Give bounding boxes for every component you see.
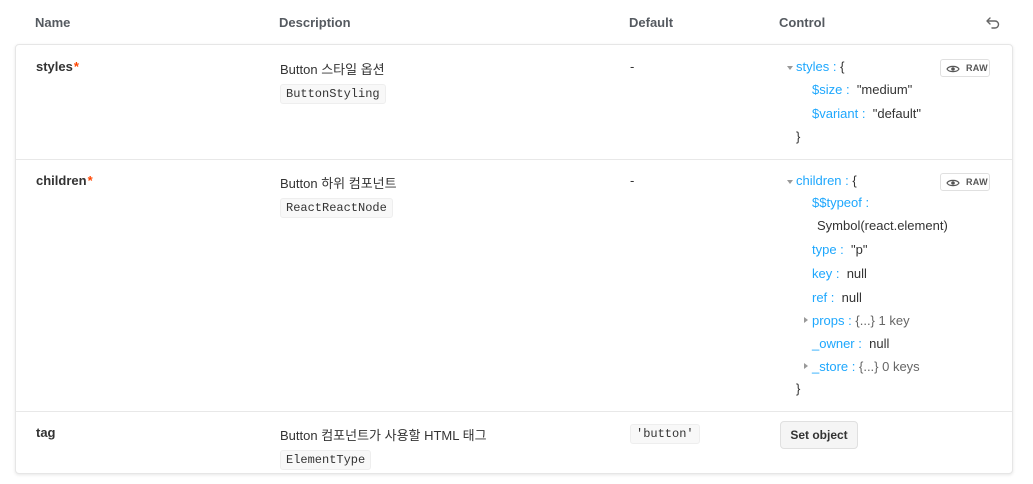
json-entry[interactable]: type : "p" xyxy=(812,242,868,258)
json-entry[interactable]: $variant : "default" xyxy=(812,106,921,122)
json-key: styles : xyxy=(796,59,837,74)
column-header-default: Default xyxy=(629,15,674,30)
raw-toggle-button[interactable]: RAW xyxy=(940,173,990,191)
prop-description: Button 스타일 옵션 ButtonStyling xyxy=(280,59,386,104)
table-header: Name Description Default Control xyxy=(0,0,1033,44)
raw-toggle-button[interactable]: RAW xyxy=(940,59,990,77)
json-key: children : xyxy=(796,173,849,188)
table-row: tag Button 컴포넌트가 사용할 HTML 태그 ElementType… xyxy=(16,411,1012,473)
eye-icon xyxy=(946,179,960,187)
table-row: children* Button 하위 컴포넌트 ReactReactNode … xyxy=(16,159,1012,412)
default-value: 'button' xyxy=(630,424,700,444)
json-root[interactable]: styles : { xyxy=(796,59,844,75)
caret-right-icon[interactable] xyxy=(804,363,808,369)
json-key-typeof[interactable]: $$typeof : xyxy=(812,195,869,211)
description-text: Button 스타일 옵션 xyxy=(280,62,385,77)
default-value-chip: 'button' xyxy=(630,424,700,444)
json-entry[interactable]: _owner : null xyxy=(812,336,889,352)
prop-name-text: tag xyxy=(36,425,56,440)
json-key: key : xyxy=(812,266,840,281)
json-key: ref : xyxy=(812,290,835,305)
json-collapsed-summary: {...} 0 keys xyxy=(858,359,920,374)
json-value[interactable]: null xyxy=(847,266,867,281)
json-key: type : xyxy=(812,242,844,257)
json-key: $$typeof : xyxy=(812,195,870,210)
json-close-brace: } xyxy=(796,129,801,144)
prop-name: styles* xyxy=(36,59,79,74)
json-root[interactable]: children : { xyxy=(796,173,857,189)
column-header-control: Control xyxy=(779,15,826,30)
prop-name: tag xyxy=(36,425,56,440)
json-value[interactable]: "default" xyxy=(873,106,921,121)
column-header-name: Name xyxy=(35,15,71,30)
default-value: - xyxy=(630,173,635,188)
raw-label: RAW xyxy=(966,177,988,187)
json-entry[interactable]: ref : null xyxy=(812,290,862,306)
json-key: props : xyxy=(812,313,852,328)
json-value[interactable]: "p" xyxy=(851,242,867,257)
json-collapsed-summary: {...} 1 key xyxy=(855,313,910,328)
type-chip: ReactReactNode xyxy=(280,198,393,218)
column-header-description: Description xyxy=(279,15,351,30)
json-entry-collapsed[interactable]: props : {...} 1 key xyxy=(812,313,910,329)
json-value[interactable]: "medium" xyxy=(857,82,912,97)
undo-icon xyxy=(986,17,1000,29)
type-chip: ElementType xyxy=(280,450,372,470)
json-brace: { xyxy=(840,59,845,74)
json-value-typeof[interactable]: Symbol(react.element) xyxy=(817,218,948,234)
prop-name: children* xyxy=(36,173,93,188)
table-row: styles* Button 스타일 옵션 ButtonStyling - st… xyxy=(16,45,1012,160)
prop-description: Button 컴포넌트가 사용할 HTML 태그 ElementType xyxy=(280,425,487,470)
json-key: _store : xyxy=(812,359,856,374)
args-table: styles* Button 스타일 옵션 ButtonStyling - st… xyxy=(15,44,1013,474)
prop-name-text: styles xyxy=(36,59,73,74)
prop-name-text: children xyxy=(36,173,87,188)
required-marker: * xyxy=(87,173,93,188)
json-entry[interactable]: key : null xyxy=(812,266,867,282)
json-key: $size : xyxy=(812,82,850,97)
json-entry-collapsed[interactable]: _store : {...} 0 keys xyxy=(812,359,920,375)
type-chip: ButtonStyling xyxy=(280,84,386,104)
prop-description: Button 하위 컴포넌트 ReactReactNode xyxy=(280,173,397,218)
description-text: Button 하위 컴포넌트 xyxy=(280,176,397,191)
json-value[interactable]: null xyxy=(842,290,862,305)
caret-down-icon[interactable] xyxy=(787,180,793,184)
json-entry[interactable]: $size : "medium" xyxy=(812,82,912,98)
required-marker: * xyxy=(73,59,79,74)
json-close-brace: } xyxy=(796,381,801,396)
json-brace: { xyxy=(852,173,857,188)
json-key: $variant : xyxy=(812,106,866,121)
json-value[interactable]: null xyxy=(869,336,889,351)
reset-controls-icon[interactable] xyxy=(985,14,1001,30)
set-object-button[interactable]: Set object xyxy=(780,421,858,449)
eye-icon xyxy=(946,65,960,73)
caret-down-icon[interactable] xyxy=(787,66,793,70)
description-text: Button 컴포넌트가 사용할 HTML 태그 xyxy=(280,428,487,443)
json-key: _owner : xyxy=(812,336,862,351)
raw-label: RAW xyxy=(966,63,988,73)
caret-right-icon[interactable] xyxy=(804,317,808,323)
default-value: - xyxy=(630,59,635,74)
